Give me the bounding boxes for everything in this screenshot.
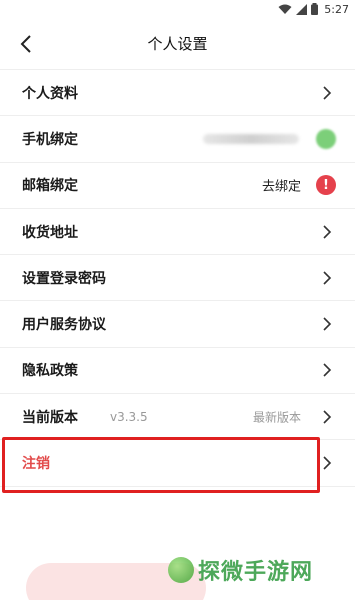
chevron-right-icon	[323, 410, 332, 424]
watermark: 探微手游网	[168, 554, 313, 586]
battery-icon	[311, 3, 319, 15]
signal-icon	[296, 3, 308, 15]
page-title: 个人设置	[147, 35, 208, 53]
watermark-logo-icon	[168, 557, 194, 583]
chevron-right-icon	[323, 86, 332, 100]
row-profile[interactable]: 个人资料	[0, 70, 355, 117]
bound-status-icon	[316, 128, 336, 149]
row-label: 隐私政策	[22, 363, 78, 380]
row-label: 个人资料	[22, 85, 78, 102]
version-number: v3.3.5	[110, 409, 148, 424]
wifi-icon	[278, 4, 292, 14]
email-bind-status: 去绑定	[261, 179, 301, 195]
alert-icon: !	[316, 175, 336, 196]
row-label: 用户服务协议	[22, 317, 106, 334]
chevron-right-icon	[323, 271, 332, 285]
screen: 5:27 个人设置 个人资料 手机绑定 邮箱绑定 去绑定 ! 收货地址 设置登录…	[0, 0, 355, 600]
row-address[interactable]: 收货地址	[0, 209, 355, 256]
chevron-right-icon	[323, 224, 332, 239]
highlight-annotation-box	[2, 437, 320, 493]
header-bar: 个人设置	[0, 18, 355, 70]
watermark-text: 探微手游网	[198, 560, 314, 585]
settings-list: 个人资料 手机绑定 邮箱绑定 去绑定 ! 收货地址 设置登录密码 用户服务协议 …	[0, 70, 355, 487]
chevron-right-icon	[323, 456, 332, 470]
row-email[interactable]: 邮箱绑定 去绑定 !	[0, 163, 355, 209]
row-password[interactable]: 设置登录密码	[0, 255, 355, 302]
chevron-right-icon	[323, 363, 332, 377]
row-privacy[interactable]: 隐私政策	[0, 348, 355, 395]
row-label: 当前版本	[22, 409, 78, 426]
version-status: 最新版本	[252, 410, 301, 425]
row-agreement[interactable]: 用户服务协议	[0, 301, 355, 348]
row-label: 手机绑定	[22, 131, 78, 148]
chevron-right-icon	[323, 317, 332, 331]
status-time: 5:27	[324, 2, 349, 16]
blurred-phone-number	[203, 133, 299, 144]
row-phone[interactable]: 手机绑定	[0, 116, 355, 163]
row-version[interactable]: 当前版本 v3.3.5 最新版本	[0, 394, 355, 441]
row-label: 设置登录密码	[22, 270, 106, 287]
chevron-left-icon	[20, 35, 31, 53]
back-button[interactable]	[14, 32, 38, 56]
row-label: 邮箱绑定	[22, 178, 78, 195]
row-label: 收货地址	[22, 224, 78, 241]
status-icons	[278, 3, 319, 15]
status-bar: 5:27	[0, 0, 355, 18]
